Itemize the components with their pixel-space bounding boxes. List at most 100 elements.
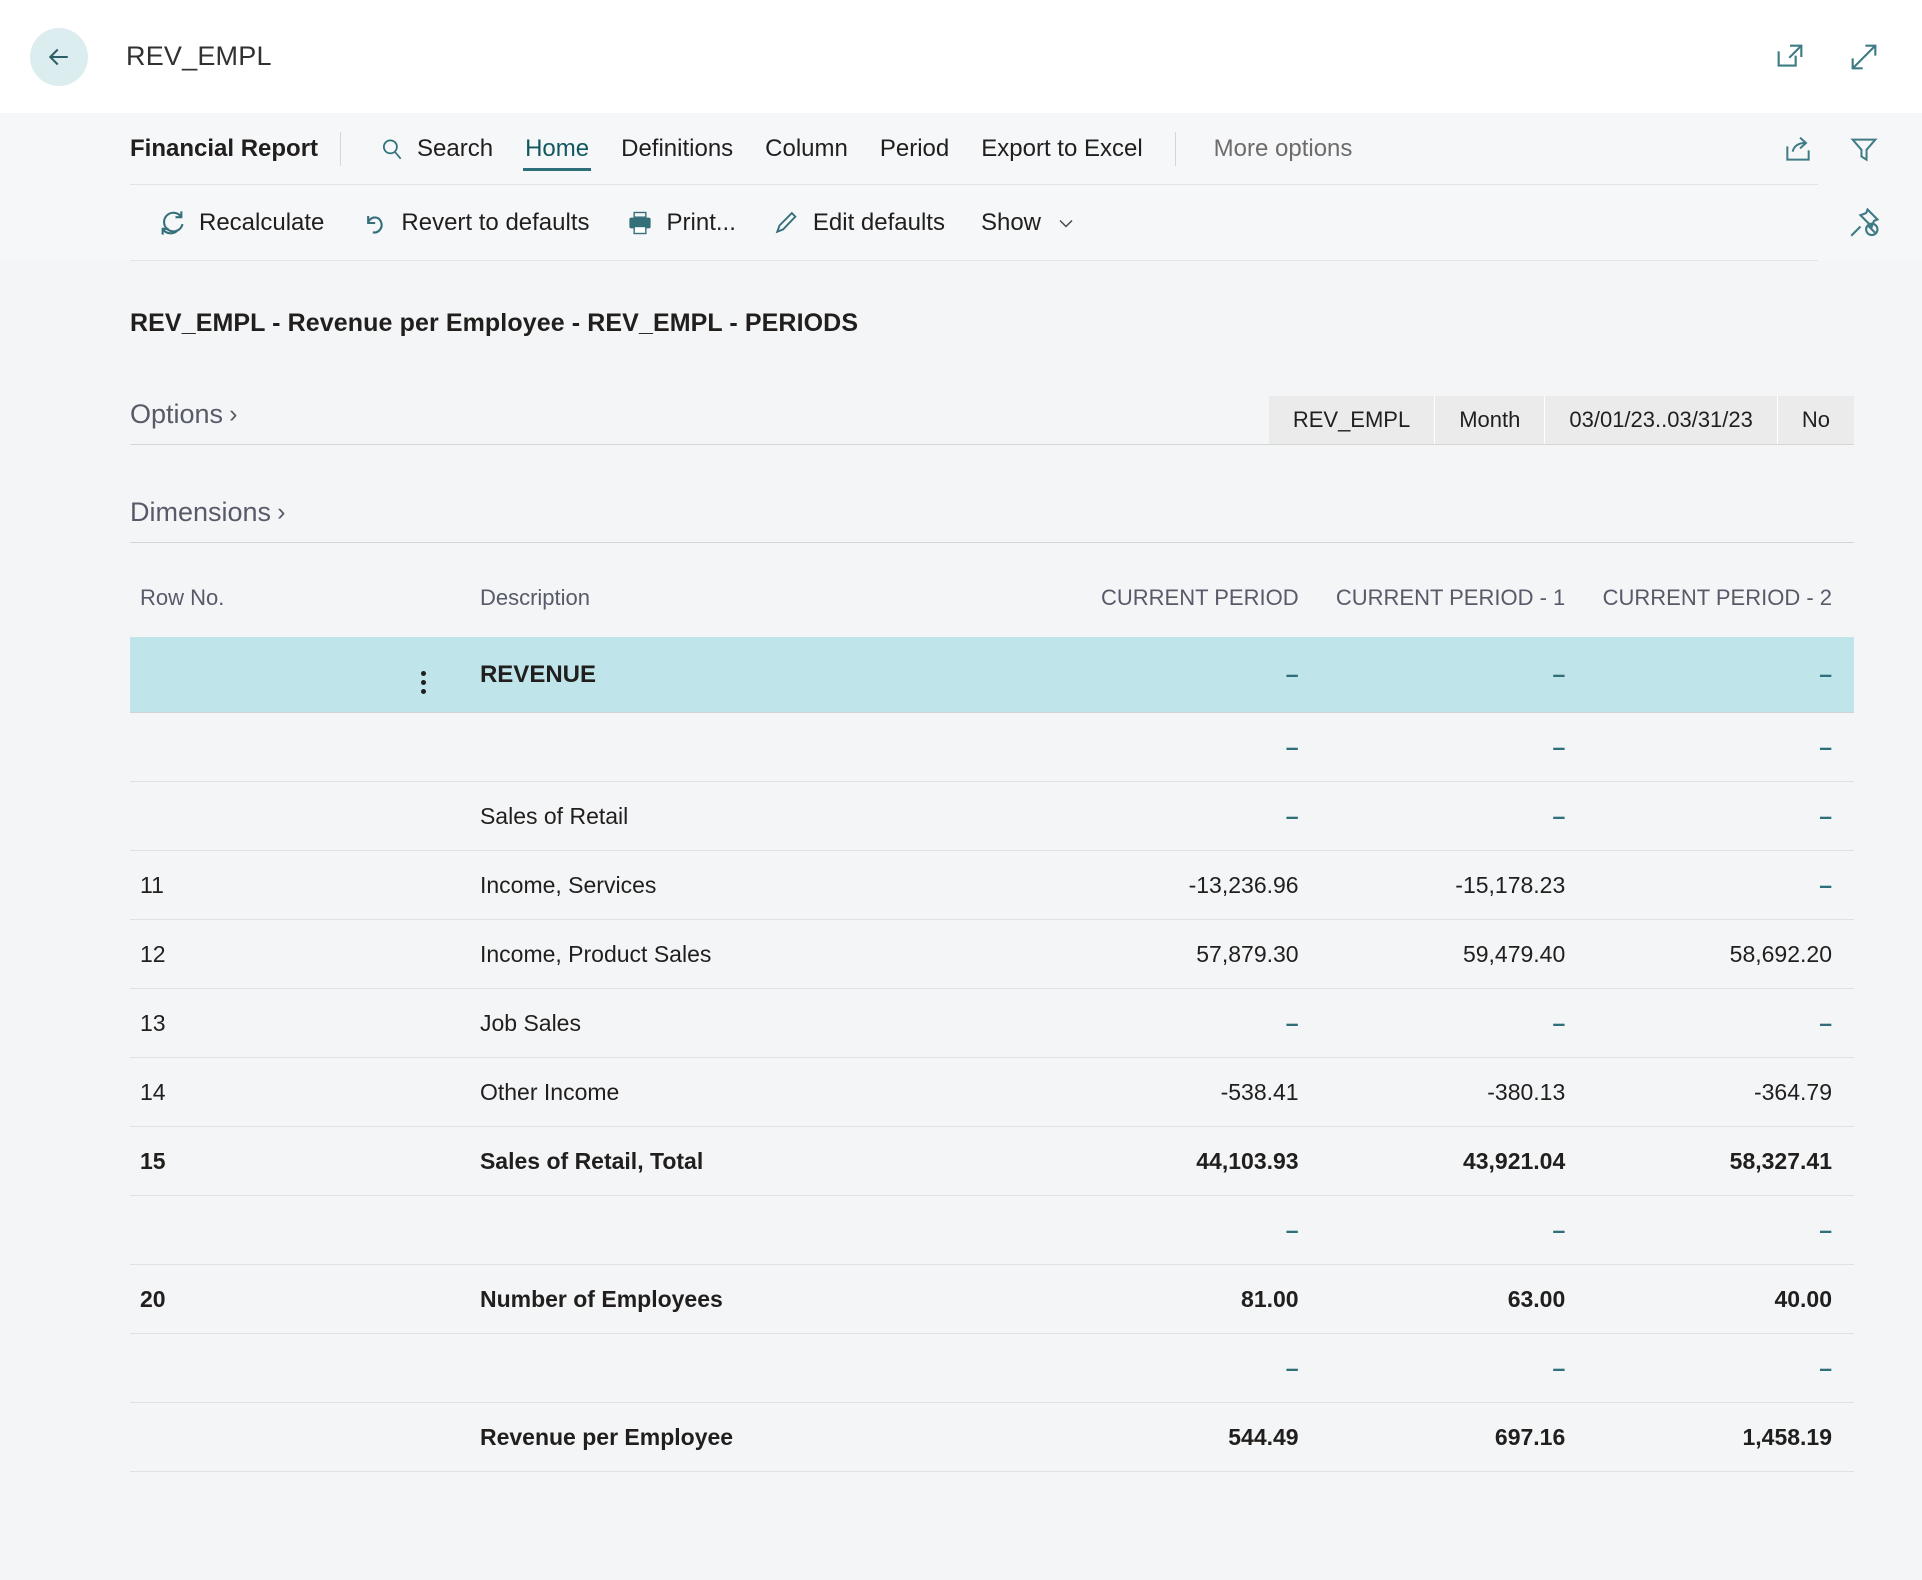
table-row[interactable]: 13 Job Sales – – – — [130, 988, 1854, 1058]
back-button[interactable] — [30, 27, 88, 86]
table-row[interactable]: 14 Other Income -538.41 -380.13 -364.79 — [130, 1057, 1854, 1127]
expand-diagonal-icon — [1851, 44, 1877, 69]
cell-spacer — [381, 1057, 466, 1127]
edit-defaults-label: Edit defaults — [812, 209, 945, 236]
empty-value-dash: – — [1819, 661, 1832, 687]
cell-value-2: – — [1587, 712, 1854, 782]
command-bar-nav-row: Financial Report Search Home Definitions… — [0, 113, 1886, 185]
command-bar-pin-area — [1842, 201, 1886, 245]
nav-item-column[interactable]: Column — [749, 123, 864, 175]
expand-button[interactable] — [1842, 35, 1886, 79]
table-row[interactable]: 11 Income, Services -13,236.96 -15,178.23 – — [130, 850, 1854, 920]
cell-value-1: – — [1320, 1195, 1588, 1265]
empty-value-dash: – — [1552, 661, 1566, 687]
cell-value-0: 44,103.93 — [1053, 1126, 1321, 1196]
nav-item-period[interactable]: Period — [864, 123, 965, 175]
cell-row-no — [130, 1402, 382, 1472]
edit-defaults-button[interactable]: Edit defaults — [754, 195, 963, 251]
empty-value-dash: – — [1285, 1009, 1299, 1036]
table-row[interactable]: – – – — [130, 712, 1854, 782]
nav-item-export-to-excel-label: Export to Excel — [981, 135, 1143, 162]
cell-value-0: – — [1053, 781, 1321, 851]
table-row[interactable]: 20 Number of Employees 81.00 63.00 40.00 — [130, 1264, 1854, 1334]
table-row[interactable]: 15 Sales of Retail, Total 44,103.93 43,921.… — [130, 1126, 1854, 1196]
empty-value-dash: – — [1552, 802, 1566, 829]
cell-value-0: 544.49 — [1053, 1402, 1321, 1472]
empty-value-dash: – — [1819, 733, 1832, 760]
nav-item-more-options-label: More options — [1213, 135, 1353, 162]
more-vertical-icon[interactable] — [421, 671, 427, 694]
nav-item-period-label: Period — [879, 135, 950, 162]
cell-spacer — [381, 781, 466, 851]
nav-item-export-to-excel[interactable]: Export to Excel — [965, 123, 1158, 175]
empty-value-dash: – — [1552, 1009, 1566, 1036]
command-bar-right-icons — [1776, 127, 1886, 171]
table-row[interactable]: Sales of Retail – – – — [130, 781, 1854, 851]
show-dropdown-button[interactable]: Show — [963, 195, 1096, 251]
back-arrow-icon — [48, 48, 68, 65]
table-row[interactable]: – – – — [130, 1195, 1854, 1265]
recalculate-button[interactable]: Recalculate — [140, 195, 342, 251]
empty-value-dash: – — [1285, 1216, 1299, 1243]
command-bar: Financial Report Search Home Definitions… — [0, 113, 1922, 261]
open-in-new-window-button[interactable] — [1768, 35, 1812, 79]
column-header-row-no[interactable]: Row No. — [130, 585, 382, 637]
share-button[interactable] — [1776, 127, 1820, 171]
dimensions-expander[interactable]: Dimensions › — [130, 497, 285, 542]
chip-period-type[interactable]: Month — [1435, 396, 1546, 444]
cell-description: Number of Employees — [465, 1264, 1054, 1334]
revert-to-defaults-button[interactable]: Revert to defaults — [342, 195, 607, 251]
cell-value-0: -538.41 — [1053, 1057, 1321, 1127]
cell-description — [465, 1195, 1054, 1265]
cell-value-2: 1,458.19 — [1587, 1402, 1854, 1472]
empty-value-dash: – — [1819, 1216, 1832, 1243]
chip-report-name[interactable]: REV_EMPL — [1268, 396, 1436, 444]
refresh-icon — [158, 209, 186, 237]
cell-value-2: 58,327.41 — [1587, 1126, 1854, 1196]
recalculate-label: Recalculate — [199, 209, 325, 236]
revert-to-defaults-label: Revert to defaults — [401, 209, 590, 236]
cell-description — [465, 712, 1054, 782]
cell-value-2: 58,692.20 — [1587, 919, 1854, 989]
empty-value-dash: – — [1285, 661, 1299, 687]
cell-spacer — [381, 1264, 466, 1334]
empty-value-dash: – — [1819, 1354, 1832, 1381]
cell-value-0: – — [1053, 1195, 1321, 1265]
divider — [1174, 132, 1176, 166]
table-row[interactable]: Revenue per Employee 544.49 697.16 1,458.19 — [130, 1402, 1854, 1472]
column-header-current-period-1[interactable]: CURRENT PERIOD - 1 — [1321, 585, 1588, 637]
dimensions-section: Dimensions › — [130, 445, 1854, 543]
nav-item-home[interactable]: Home — [509, 123, 605, 175]
row-menu-cell[interactable] — [381, 637, 466, 713]
table-row[interactable]: REVENUE – – – — [130, 637, 1854, 713]
cell-value-2: – — [1587, 637, 1854, 713]
column-header-current-period-2[interactable]: CURRENT PERIOD - 2 — [1587, 585, 1854, 637]
print-button[interactable]: Print... — [608, 195, 754, 251]
chip-closing-entries[interactable]: No — [1777, 396, 1854, 444]
nav-item-search[interactable]: Search — [363, 123, 509, 175]
cell-row-no — [130, 1195, 382, 1265]
column-header-description[interactable]: Description — [466, 585, 1054, 637]
cell-value-1: – — [1320, 1333, 1588, 1403]
nav-item-more-options[interactable]: More options — [1198, 123, 1369, 175]
cell-row-no: 20 — [130, 1264, 382, 1334]
cell-value-1: 43,921.04 — [1320, 1126, 1588, 1196]
cell-row-no: 13 — [130, 988, 382, 1058]
cell-description: REVENUE — [465, 637, 1054, 713]
cell-value-0: – — [1053, 988, 1321, 1058]
table-row[interactable]: – – – — [130, 1333, 1854, 1403]
unpin-icon — [1850, 207, 1880, 237]
unpin-button[interactable] — [1842, 201, 1886, 245]
page-title: REV_EMPL — [126, 41, 272, 71]
cell-value-2: – — [1587, 1333, 1854, 1403]
cell-value-2: – — [1587, 1195, 1854, 1265]
chip-date-filter[interactable]: 03/01/23..03/31/23 — [1545, 396, 1778, 444]
options-expander[interactable]: Options › — [130, 399, 237, 444]
table-body: REVENUE – – – – – – Sales of Retail – – – 11 Income,… — [130, 637, 1854, 1472]
column-header-current-period[interactable]: CURRENT PERIOD — [1054, 585, 1321, 637]
nav-item-definitions[interactable]: Definitions — [605, 123, 749, 175]
table-header-row: Row No. Description CURRENT PERIOD CURRE… — [130, 585, 1854, 637]
table-row[interactable]: 12 Income, Product Sales 57,879.30 59,479.4… — [130, 919, 1854, 989]
divider — [340, 132, 342, 166]
filter-button[interactable] — [1842, 127, 1886, 171]
